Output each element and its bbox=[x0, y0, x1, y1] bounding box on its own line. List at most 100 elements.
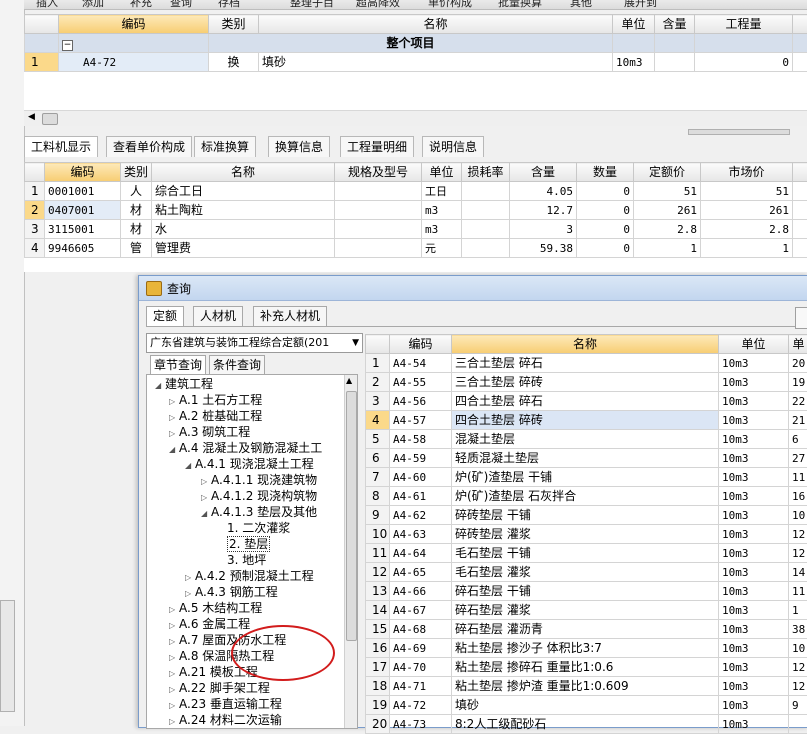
table-row[interactable]: 2A4-55三合土垫层 碎砖10m319 bbox=[366, 373, 807, 392]
cell-type[interactable]: 换 bbox=[209, 53, 259, 72]
cell-name[interactable]: 粘土垫层 掺炉渣 重量比1:0.609 bbox=[452, 677, 719, 696]
toolbar-button-3[interactable]: 查询 bbox=[170, 0, 192, 10]
header-amount[interactable]: 工程量 bbox=[695, 15, 793, 34]
cell-spec[interactable] bbox=[335, 201, 422, 220]
header-name[interactable]: 名称 bbox=[152, 163, 335, 182]
cell-market[interactable]: 261 bbox=[701, 201, 793, 220]
cell-unit[interactable]: 10m3 bbox=[719, 715, 789, 734]
tree-item[interactable]: ◢A.4.1 现浇混凝土工程 bbox=[185, 456, 314, 472]
cell-spec[interactable] bbox=[335, 182, 422, 201]
table-row[interactable]: 13A4-66碎石垫层 干铺10m311 bbox=[366, 582, 807, 601]
table-row[interactable]: 20A4-738:2人工级配砂石10m3 bbox=[366, 715, 807, 734]
cell-price[interactable]: 6 bbox=[789, 430, 807, 449]
table-row[interactable]: 9A4-62碎砖垫层 干铺10m310 bbox=[366, 506, 807, 525]
header-type[interactable]: 类别 bbox=[209, 15, 259, 34]
cell-name[interactable]: 炉(矿)渣垫层 石灰拌合 bbox=[452, 487, 719, 506]
cell-price[interactable]: 11 bbox=[789, 468, 807, 487]
toolbar-button-6[interactable]: 超高降效 bbox=[356, 0, 400, 10]
tab-resource[interactable]: 人材机 bbox=[193, 306, 243, 326]
header-spec[interactable]: 规格及型号 bbox=[335, 163, 422, 182]
cell-code[interactable]: A4-65 bbox=[390, 563, 452, 582]
cell-type[interactable]: 材 bbox=[121, 201, 152, 220]
header-name[interactable]: 名称 bbox=[259, 15, 613, 34]
tab-supplement-resource[interactable]: 补充人材机 bbox=[253, 306, 327, 326]
cell-type[interactable]: 管 bbox=[121, 239, 152, 258]
tab-chapter-query[interactable]: 章节查询 bbox=[150, 355, 206, 374]
cell-spec[interactable] bbox=[335, 239, 422, 258]
cell-unit[interactable]: 10m3 bbox=[719, 601, 789, 620]
cell-code[interactable]: A4-57 bbox=[390, 411, 452, 430]
tree-item[interactable]: ▷A.23 垂直运输工程 bbox=[169, 696, 282, 712]
cell-code[interactable]: A4-59 bbox=[390, 449, 452, 468]
header-code[interactable]: 编码 bbox=[390, 335, 452, 354]
cell-loss[interactable] bbox=[462, 239, 510, 258]
cell-name[interactable]: 毛石垫层 灌浆 bbox=[452, 563, 719, 582]
cell-unit[interactable]: 10m3 bbox=[719, 487, 789, 506]
tree-item[interactable]: 2. 垫层 bbox=[217, 536, 270, 552]
cell-name[interactable]: 三合土垫层 碎石 bbox=[452, 354, 719, 373]
cell-unit[interactable]: 10m3 bbox=[719, 354, 789, 373]
table-row[interactable]: 7A4-60炉(矿)渣垫层 干铺10m311 bbox=[366, 468, 807, 487]
cell-code[interactable]: A4-71 bbox=[390, 677, 452, 696]
table-row[interactable]: 19A4-72填砂10m39 bbox=[366, 696, 807, 715]
cell-code[interactable]: A4-67 bbox=[390, 601, 452, 620]
cell-code[interactable]: A4-66 bbox=[390, 582, 452, 601]
cell-name[interactable]: 管理费 bbox=[152, 239, 335, 258]
cell-unit[interactable]: m3 bbox=[422, 201, 462, 220]
tree-item[interactable]: 1. 二次灌浆 bbox=[217, 520, 290, 536]
tree-item[interactable]: ▷A.1 土石方工程 bbox=[169, 392, 262, 408]
cell-price[interactable]: 261 bbox=[634, 201, 701, 220]
cell-price[interactable]: 2.8 bbox=[634, 220, 701, 239]
tree-item[interactable]: ▷A.4.1.2 现浇构筑物 bbox=[201, 488, 317, 504]
table-row[interactable]: 15A4-68碎石垫层 灌沥青10m338 bbox=[366, 620, 807, 639]
toolbar-button-5[interactable]: 整理子目 bbox=[290, 0, 334, 10]
cell-name[interactable]: 碎石垫层 灌沥青 bbox=[452, 620, 719, 639]
cell-content[interactable]: 3 bbox=[510, 220, 577, 239]
table-row[interactable]: 3A4-56四合土垫层 碎石10m322 bbox=[366, 392, 807, 411]
dialog-titlebar[interactable]: 查询 bbox=[139, 276, 807, 301]
tree-item[interactable]: ▷A.2 桩基础工程 bbox=[169, 408, 262, 424]
quota-library-select[interactable]: 广东省建筑与装饰工程综合定额(201 ▼ bbox=[146, 333, 363, 353]
tab-quota[interactable]: 定额 bbox=[146, 306, 184, 326]
table-row[interactable]: 18A4-71粘土垫层 掺炉渣 重量比1:0.60910m312 bbox=[366, 677, 807, 696]
horizontal-scrollbar[interactable]: ◀ bbox=[24, 110, 807, 126]
cell-price[interactable]: 10 bbox=[789, 506, 807, 525]
cell-code[interactable]: 0001001 bbox=[45, 182, 121, 201]
header-content[interactable]: 含量 bbox=[510, 163, 577, 182]
cell-price[interactable]: 12 bbox=[789, 677, 807, 696]
collapse-toggle[interactable]: − bbox=[59, 34, 209, 53]
cell-name[interactable]: 综合工日 bbox=[152, 182, 335, 201]
cell-code[interactable]: A4-63 bbox=[390, 525, 452, 544]
tab-standard-conversion[interactable]: 标准换算 bbox=[194, 136, 256, 157]
cell-unit[interactable]: 10m3 bbox=[719, 658, 789, 677]
cell-code[interactable]: 0407001 bbox=[45, 201, 121, 220]
toolbar-button-0[interactable]: 插入 bbox=[36, 0, 58, 10]
header-unit[interactable]: 单位 bbox=[422, 163, 462, 182]
tree-item[interactable]: ▷A.4.2 预制混凝土工程 bbox=[185, 568, 314, 584]
tree-item[interactable]: ▷A.3 砌筑工程 bbox=[169, 424, 250, 440]
cell-loss[interactable] bbox=[462, 220, 510, 239]
cell-qty[interactable]: 0 bbox=[577, 201, 634, 220]
cell-market[interactable]: 51 bbox=[701, 182, 793, 201]
cell-code[interactable]: A4-60 bbox=[390, 468, 452, 487]
table-row[interactable]: 16A4-69粘土垫层 掺沙子 体积比3:710m310 bbox=[366, 639, 807, 658]
table-row[interactable]: 1 A4-72 换 填砂 10m3 0 bbox=[25, 53, 807, 72]
cell-name[interactable]: 碎砖垫层 灌浆 bbox=[452, 525, 719, 544]
cell-price[interactable]: 12 bbox=[789, 658, 807, 677]
header-market[interactable]: 市场价 bbox=[701, 163, 793, 182]
left-scrollbar[interactable] bbox=[0, 600, 15, 712]
dialog-side-button[interactable] bbox=[795, 307, 807, 329]
tab-unit-price[interactable]: 查看单价构成 bbox=[106, 136, 192, 157]
cell-price[interactable]: 27 bbox=[789, 449, 807, 468]
toolbar-button-8[interactable]: 批量换算 bbox=[498, 0, 542, 10]
expand-open-icon[interactable]: ◢ bbox=[155, 378, 165, 394]
tree-scroll-thumb[interactable] bbox=[346, 391, 357, 641]
tree-item[interactable]: ▷A.6 金属工程 bbox=[169, 616, 250, 632]
cell-loss[interactable] bbox=[462, 201, 510, 220]
cell-code[interactable]: A4-68 bbox=[390, 620, 452, 639]
cell-name[interactable]: 轻质混凝土垫层 bbox=[452, 449, 719, 468]
toolbar-button-1[interactable]: 添加 bbox=[82, 0, 104, 10]
header-qty[interactable]: 数量 bbox=[577, 163, 634, 182]
cell-code[interactable]: A4-56 bbox=[390, 392, 452, 411]
header-name[interactable]: 名称 bbox=[452, 335, 719, 354]
